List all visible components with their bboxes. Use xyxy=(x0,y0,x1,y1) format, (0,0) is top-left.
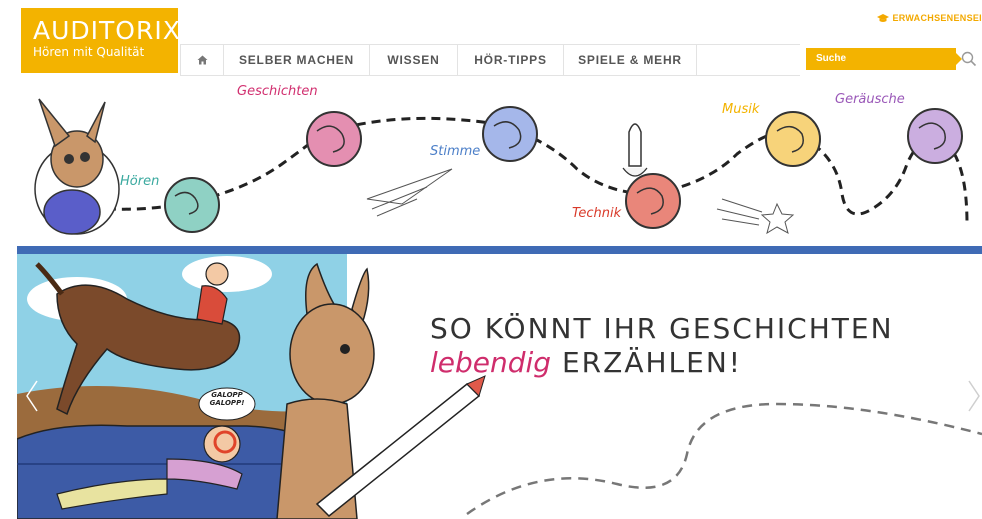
planet-path-illustration xyxy=(34,98,969,235)
planet-geschichten xyxy=(306,111,362,167)
label-geschichten[interactable]: Geschichten xyxy=(237,84,318,99)
planet-band: Hören Geschichten Stimme Technik Musik G… xyxy=(17,84,982,244)
mascot-astronaut-illustration xyxy=(34,98,120,235)
planet-hoeren xyxy=(164,177,220,233)
graduation-cap-icon xyxy=(877,13,890,22)
adult-link[interactable]: ERWACHSENENSEI xyxy=(877,13,982,23)
main-nav: SELBER MACHEN WISSEN HÖR-TIPPS SPIELE & … xyxy=(180,44,800,76)
headline-accent: lebendig xyxy=(430,346,552,379)
nav-label: SPIELE & MEHR xyxy=(578,53,682,67)
label-musik[interactable]: Musik xyxy=(722,102,759,117)
chevron-left-icon xyxy=(26,380,38,412)
home-icon xyxy=(197,55,207,65)
planet-geraeusche xyxy=(907,108,963,164)
headline-rest: ERZÄHLEN! xyxy=(561,346,742,379)
speech-bubble-text: GALOPP GALOPP! xyxy=(209,391,245,407)
nav-selber-machen[interactable]: SELBER MACHEN xyxy=(224,45,370,75)
hero-slider: SO KÖNNT IHR GESCHICHTEN lebendig ERZÄHL… xyxy=(17,254,982,519)
nav-hoer-tipps[interactable]: HÖR-TIPPS xyxy=(458,45,564,75)
slider-next-button[interactable] xyxy=(967,379,981,418)
nav-label: HÖR-TIPPS xyxy=(474,53,547,67)
logo-tagline: Hören mit Qualität xyxy=(33,45,145,59)
label-technik[interactable]: Technik xyxy=(572,206,621,221)
nav-home[interactable] xyxy=(180,45,224,75)
planet-musik xyxy=(765,111,821,167)
label-geraeusche[interactable]: Geräusche xyxy=(835,92,905,107)
search-icon xyxy=(961,51,977,67)
slide-headline: SO KÖNNT IHR GESCHICHTEN lebendig ERZÄHL… xyxy=(430,312,894,380)
paper-plane-illustration xyxy=(366,168,453,217)
chevron-right-icon xyxy=(968,380,980,412)
nav-spiele-mehr[interactable]: SPIELE & MEHR xyxy=(564,45,697,75)
label-stimme[interactable]: Stimme xyxy=(430,144,480,159)
logo[interactable]: AUDITORIX Hören mit Qualität xyxy=(21,8,181,73)
headline-line1: SO KÖNNT IHR GESCHICHTEN xyxy=(430,312,894,345)
section-divider xyxy=(17,246,982,254)
label-hoeren[interactable]: Hören xyxy=(120,174,159,189)
planet-stimme xyxy=(482,106,538,162)
planet-technik xyxy=(625,173,681,229)
nav-wissen[interactable]: WISSEN xyxy=(370,45,458,75)
search-button[interactable] xyxy=(960,50,978,68)
rocket-illustration xyxy=(622,123,648,177)
slider-prev-button[interactable] xyxy=(25,379,39,418)
nav-label: SELBER MACHEN xyxy=(238,53,355,67)
search-input[interactable]: Suche xyxy=(806,48,962,70)
nav-label: WISSEN xyxy=(387,53,440,67)
adult-link-label: ERWACHSENENSEI xyxy=(892,13,982,23)
comet-illustration xyxy=(716,198,795,235)
search-placeholder: Suche xyxy=(816,53,847,64)
logo-name: AUDITORIX xyxy=(33,16,181,45)
storytelling-illustration xyxy=(17,254,982,519)
